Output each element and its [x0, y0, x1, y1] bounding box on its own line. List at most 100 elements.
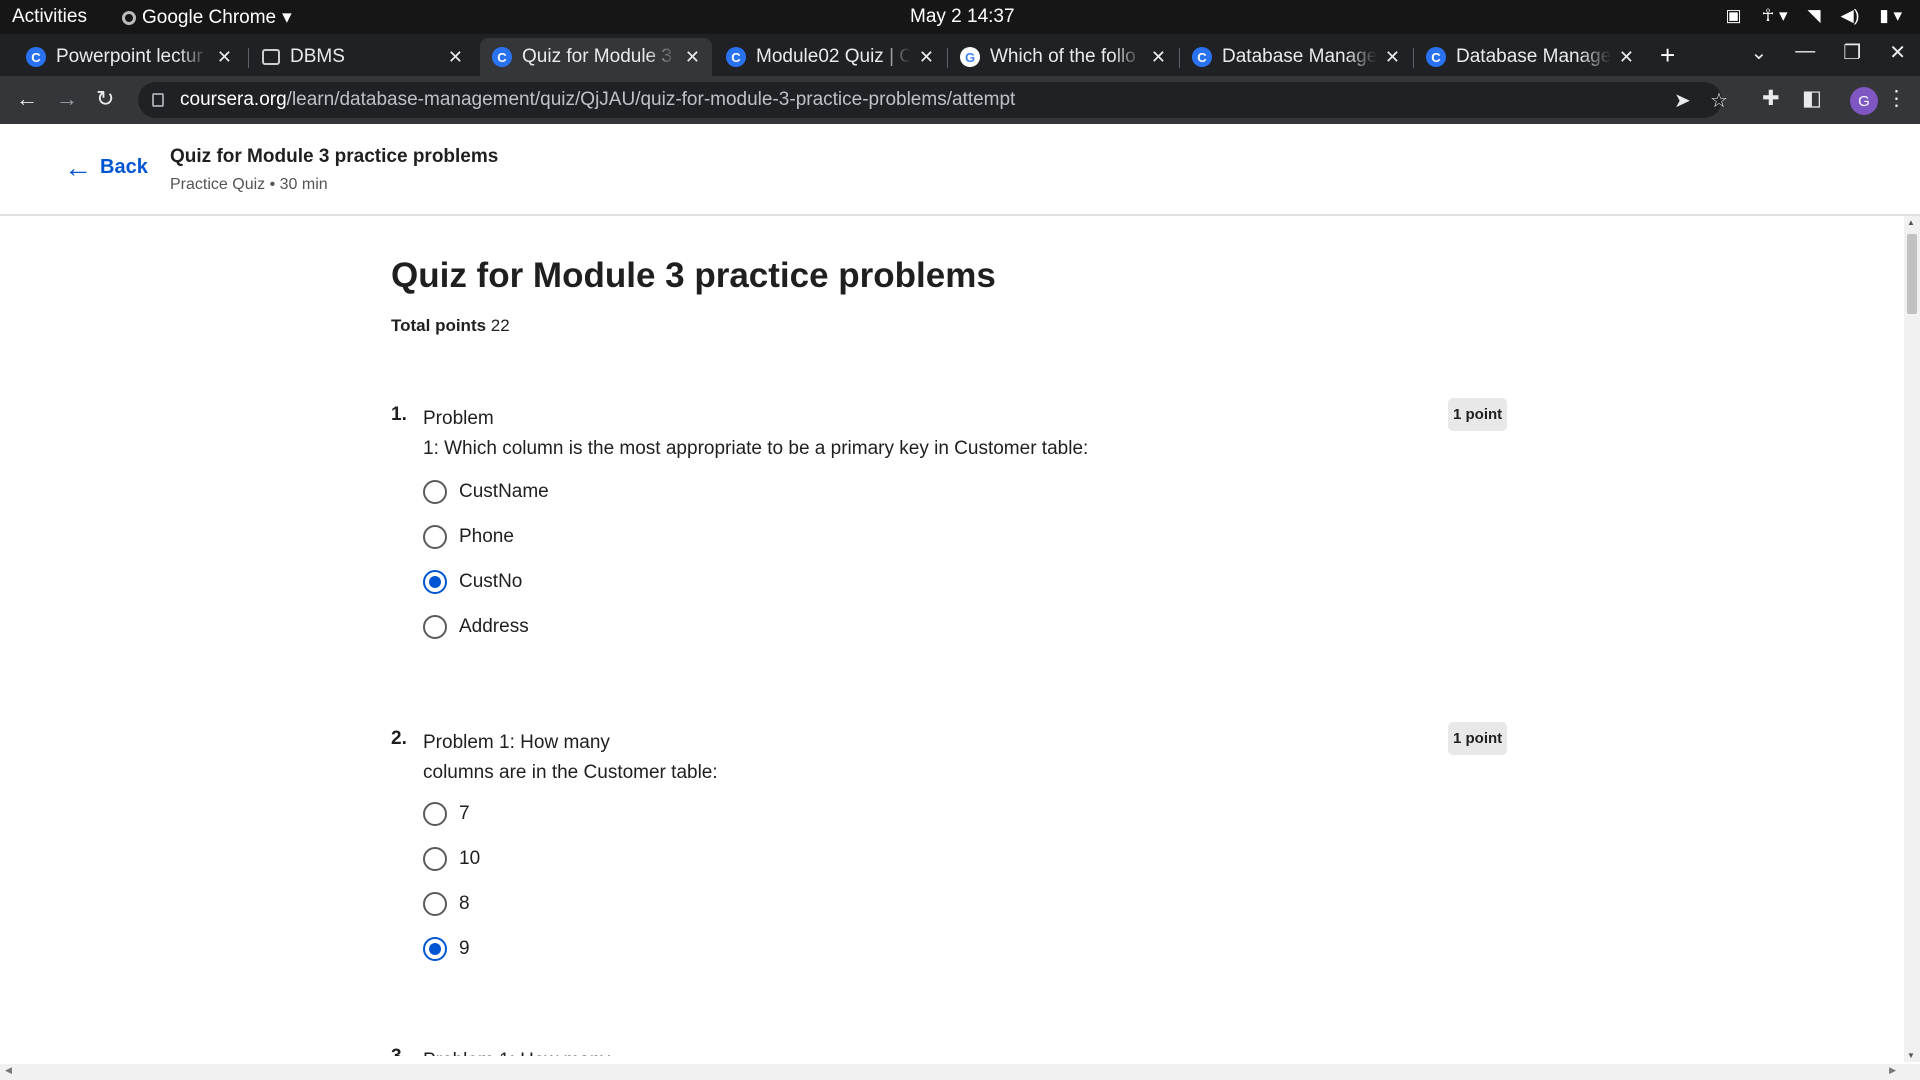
- header-subtitle: Practice Quiz • 30 min: [170, 176, 328, 193]
- close-window-icon[interactable]: ✕: [1889, 40, 1906, 65]
- close-icon[interactable]: ✕: [919, 47, 934, 68]
- close-icon[interactable]: ✕: [217, 47, 232, 68]
- accessibility-icon[interactable]: ☥ ▾: [1762, 6, 1788, 26]
- option-label: Address: [459, 616, 529, 637]
- question-text: Problem 1: Which column is the most appr…: [423, 404, 1088, 464]
- radio-button[interactable]: [423, 847, 447, 871]
- star-icon[interactable]: ☆: [1710, 88, 1728, 113]
- question-number: 1.: [391, 404, 407, 425]
- option-phone[interactable]: Phone: [423, 525, 514, 549]
- activities-button[interactable]: Activities: [12, 6, 87, 28]
- wifi-icon[interactable]: ◥: [1808, 6, 1821, 26]
- more-menu-icon[interactable]: ⋮: [1886, 86, 1907, 111]
- option-7[interactable]: 7: [423, 802, 470, 826]
- new-tab-button[interactable]: +: [1660, 40, 1675, 71]
- tab-google-search[interactable]: G Which of the follo ✕: [948, 38, 1178, 76]
- tab-title: Which of the follo: [990, 46, 1136, 67]
- system-tray[interactable]: ▣ ☥ ▾ ◥ ◀) ▮ ▾: [1726, 6, 1902, 26]
- close-icon[interactable]: ✕: [1151, 47, 1166, 68]
- close-icon[interactable]: ✕: [685, 47, 700, 68]
- page-title: Quiz for Module 3 practice problems: [391, 256, 996, 295]
- option-8[interactable]: 8: [423, 892, 470, 916]
- close-icon[interactable]: ✕: [448, 47, 463, 68]
- tab-quiz-module-3[interactable]: C Quiz for Module 3 ✕: [480, 38, 712, 76]
- header-title: Quiz for Module 3 practice problems: [170, 146, 499, 167]
- quiz-header: ← Back Quiz for Module 3 practice proble…: [0, 124, 1920, 216]
- option-label: 10: [459, 848, 481, 869]
- tab-database-management-2[interactable]: C Database Manage ✕: [1414, 38, 1646, 76]
- extensions-icon[interactable]: ✚: [1762, 86, 1780, 111]
- browser-toolbar: ← → ↻ coursera.org/learn/database-manage…: [0, 76, 1920, 124]
- tab-strip: C Powerpoint lectur ✕ DBMS ✕ C Quiz for …: [0, 34, 1920, 76]
- app-menu[interactable]: Google Chrome ▾: [122, 6, 292, 29]
- clock[interactable]: May 2 14:37: [910, 6, 1015, 28]
- address-bar[interactable]: coursera.org/learn/database-management/q…: [138, 82, 1728, 118]
- scroll-right-icon[interactable]: ▶: [1889, 1065, 1896, 1076]
- side-panel-icon[interactable]: ◧: [1802, 86, 1822, 111]
- vertical-scrollbar[interactable]: ▲ ▼: [1904, 216, 1920, 1062]
- option-label: Phone: [459, 526, 514, 547]
- tab-title: Database Manage: [1222, 46, 1377, 67]
- url-domain: coursera.org: [180, 89, 287, 110]
- window-controls: ⌄ — ❐ ✕: [1751, 40, 1920, 65]
- question-number: 3.: [391, 1046, 407, 1056]
- option-label: CustName: [459, 481, 549, 502]
- scroll-left-icon[interactable]: ◀: [5, 1065, 12, 1076]
- restore-icon[interactable]: ❐: [1843, 40, 1861, 65]
- coursera-icon: C: [1192, 47, 1212, 67]
- option-custname[interactable]: CustName: [423, 480, 549, 504]
- url-text: coursera.org/learn/database-management/q…: [180, 89, 1015, 111]
- tab-database-management-1[interactable]: C Database Manage ✕: [1180, 38, 1412, 76]
- horizontal-scrollbar[interactable]: ◀ ▶: [0, 1064, 1920, 1080]
- option-label: 7: [459, 803, 470, 824]
- tab-title: DBMS: [290, 46, 345, 67]
- option-10[interactable]: 10: [423, 847, 480, 871]
- radio-button[interactable]: [423, 615, 447, 639]
- radio-button[interactable]: [423, 480, 447, 504]
- forward-arrow-icon[interactable]: →: [56, 86, 78, 112]
- question-text-line-1: Problem 1: How many: [423, 1046, 610, 1056]
- option-9[interactable]: 9: [423, 937, 470, 961]
- question-text: Problem 1: How many columns are in the C…: [423, 728, 718, 788]
- radio-button[interactable]: [423, 525, 447, 549]
- question-text-line-1: Problem 1: How many: [423, 732, 610, 753]
- page: ← Back Quiz for Module 3 practice proble…: [0, 124, 1920, 1080]
- avatar[interactable]: G: [1850, 87, 1878, 115]
- radio-button-selected[interactable]: [423, 937, 447, 961]
- tab-title: Database Manage: [1456, 46, 1611, 67]
- radio-button[interactable]: [423, 802, 447, 826]
- radio-button[interactable]: [423, 892, 447, 916]
- tab-separator: [248, 48, 249, 68]
- tab-title: Powerpoint lectur: [56, 46, 203, 67]
- minimize-icon[interactable]: —: [1795, 40, 1815, 65]
- tab-powerpoint[interactable]: C Powerpoint lectur ✕: [14, 38, 244, 76]
- send-icon[interactable]: ➤: [1674, 88, 1691, 113]
- arrow-left-icon: ←: [64, 151, 92, 183]
- close-icon[interactable]: ✕: [1385, 47, 1400, 68]
- url-path: /learn/database-management/quiz/QjJAU/qu…: [286, 89, 1016, 110]
- total-points: Total points 22: [391, 316, 510, 336]
- tab-dbms[interactable]: DBMS ✕: [250, 38, 475, 76]
- scroll-up-icon[interactable]: ▲: [1907, 218, 1915, 227]
- option-label: 8: [459, 893, 470, 914]
- app-name: Google Chrome: [142, 6, 277, 28]
- option-custno[interactable]: CustNo: [423, 570, 522, 594]
- battery-icon[interactable]: ▮ ▾: [1879, 6, 1902, 26]
- lock-icon[interactable]: [152, 93, 164, 107]
- tab-module02-quiz[interactable]: C Module02 Quiz | C ✕: [714, 38, 946, 76]
- chat-icon[interactable]: ▣: [1726, 6, 1742, 26]
- system-top-bar: Activities Google Chrome ▾ May 2 14:37 ▣…: [0, 0, 1920, 34]
- scrollbar-thumb[interactable]: [1907, 234, 1917, 314]
- scroll-down-icon[interactable]: ▼: [1907, 1051, 1915, 1060]
- back-link[interactable]: ← Back: [64, 151, 148, 183]
- radio-button-selected[interactable]: [423, 570, 447, 594]
- tab-search-icon[interactable]: ⌄: [1751, 40, 1768, 65]
- reload-icon[interactable]: ↻: [96, 86, 114, 112]
- close-icon[interactable]: ✕: [1619, 47, 1634, 68]
- volume-icon[interactable]: ◀): [1841, 6, 1860, 26]
- total-points-label: Total points: [391, 316, 487, 335]
- option-address[interactable]: Address: [423, 615, 529, 639]
- points-badge: 1 point: [1448, 398, 1508, 431]
- coursera-icon: C: [26, 47, 46, 67]
- back-arrow-icon[interactable]: ←: [16, 86, 38, 112]
